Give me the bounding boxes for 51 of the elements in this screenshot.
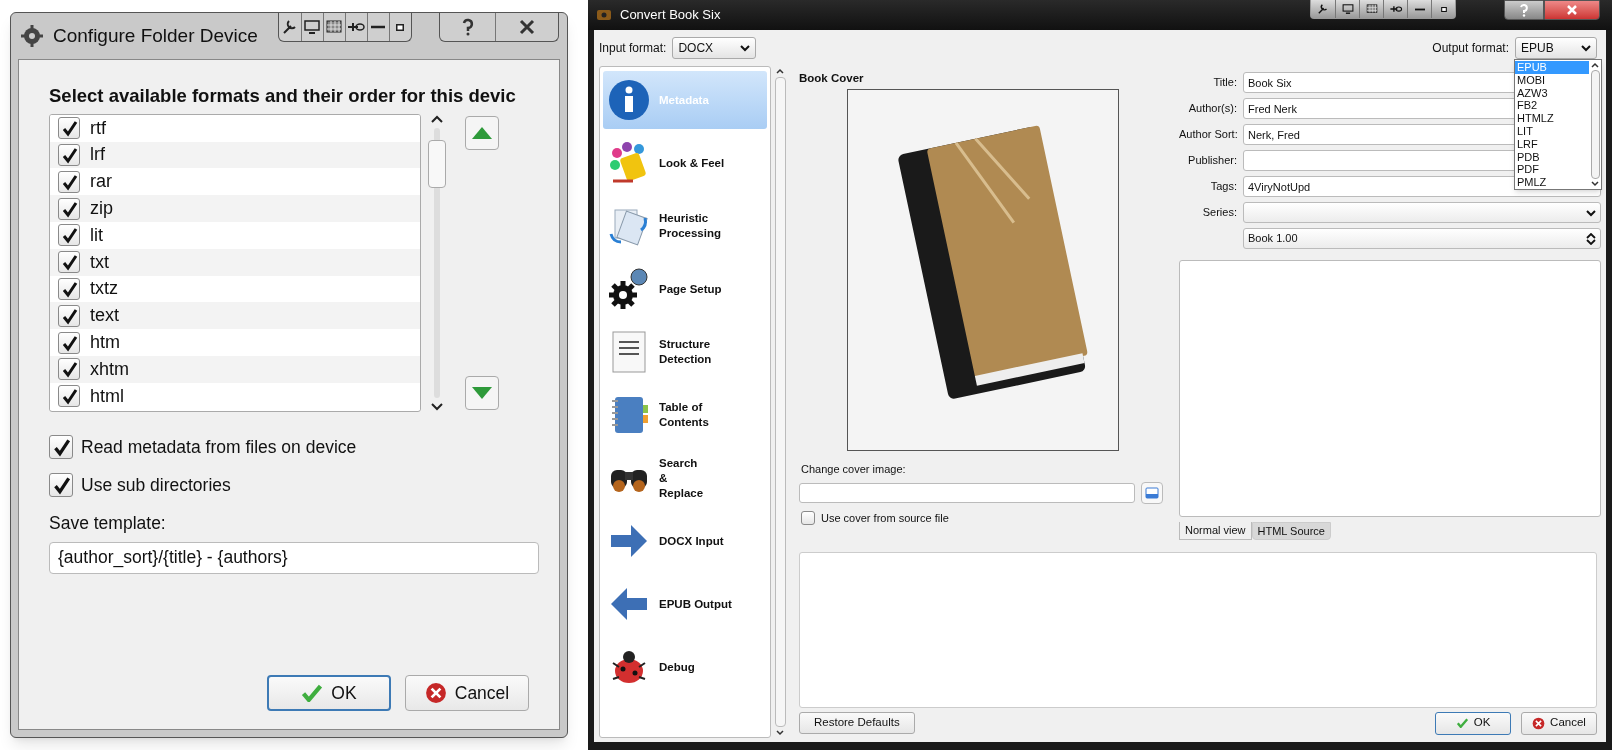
field-label: Output format: bbox=[1432, 40, 1509, 57]
checkbox-label: Use cover from source file bbox=[821, 510, 949, 526]
window-title: Convert Book Six bbox=[620, 6, 721, 25]
field-label: Input format: bbox=[599, 40, 667, 57]
restore-defaults-button[interactable]: Restore Defaults bbox=[799, 712, 915, 734]
sidebar-item[interactable]: Page Setup bbox=[603, 260, 767, 318]
cancel-button[interactable]: Cancel bbox=[405, 675, 529, 711]
window-title: Configure Folder Device bbox=[53, 23, 258, 48]
cancel-button[interactable]: Cancel bbox=[1521, 711, 1597, 735]
ok-button[interactable]: OK bbox=[267, 675, 391, 711]
field-label: Save template: bbox=[49, 512, 167, 536]
list-item[interactable]: zip bbox=[50, 195, 420, 222]
dropdown-option[interactable]: PDF bbox=[1515, 163, 1589, 177]
sidebar-item[interactable]: Search & Replace bbox=[603, 449, 767, 507]
dropdown-option[interactable]: LIT bbox=[1515, 125, 1589, 138]
field-label: Publisher: bbox=[1187, 153, 1237, 169]
ok-button[interactable]: OK bbox=[1435, 711, 1511, 735]
template-field[interactable]: {author_sort}/{title} - {authors} bbox=[49, 541, 539, 574]
field-label: Tags: bbox=[1209, 179, 1237, 195]
tab[interactable]: Normal view bbox=[1179, 522, 1252, 540]
sidebar-item[interactable]: DOCX Input bbox=[603, 512, 767, 570]
sidebar-item[interactable]: Structure Detection bbox=[603, 323, 767, 381]
field-label: Author(s): bbox=[1187, 101, 1237, 117]
sidebar-item[interactable]: EPUB Output bbox=[603, 575, 767, 633]
dropdown-option[interactable]: FB2 bbox=[1515, 99, 1589, 113]
field-label: Author Sort: bbox=[1179, 127, 1237, 143]
format-list[interactable]: rtf lrf rar zip lit txt txtz text htm xhtm html bbox=[49, 113, 421, 412]
sidebar-item[interactable]: Debug bbox=[603, 638, 767, 696]
sidebar-item[interactable]: Look & Feel bbox=[603, 134, 767, 192]
section-heading: Select available formats and their order for this devic bbox=[49, 84, 517, 108]
field-label: Series: bbox=[1201, 205, 1237, 221]
input-format-dropdown[interactable]: DOCX bbox=[672, 37, 757, 59]
section-heading: Book Cover bbox=[799, 71, 865, 86]
list-item[interactable]: txt bbox=[50, 248, 420, 276]
dropdown-option[interactable]: PDB bbox=[1515, 150, 1589, 164]
list-item[interactable]: xhtm bbox=[50, 355, 420, 383]
list-item[interactable]: text bbox=[50, 302, 420, 330]
dropdown-option[interactable]: PMLZ bbox=[1515, 176, 1589, 189]
checkbox-label: Use sub directories bbox=[81, 474, 231, 497]
dropdown-option[interactable]: MOBI bbox=[1515, 73, 1589, 87]
tab[interactable]: HTML Source bbox=[1251, 522, 1331, 540]
list-item[interactable]: rtf bbox=[50, 114, 420, 142]
checkbox-label: Read metadata from files on device bbox=[81, 435, 357, 459]
dropdown-list[interactable]: EPUB MOBI AZW3 FB2 HTMLZ LIT LRF PDB PDF PMLZ bbox=[1514, 59, 1602, 190]
sidebar-item[interactable]: Table of Contents bbox=[603, 386, 767, 444]
list-item[interactable]: html bbox=[50, 382, 420, 410]
series-index-spinbox[interactable]: Book 1.00 bbox=[1243, 228, 1601, 249]
sidebar-item[interactable]: Heuristic Processing bbox=[603, 197, 767, 255]
list-item[interactable]: lrf bbox=[50, 141, 420, 169]
field-label: Change cover image: bbox=[801, 462, 907, 478]
field-label: Title: bbox=[1212, 75, 1237, 91]
